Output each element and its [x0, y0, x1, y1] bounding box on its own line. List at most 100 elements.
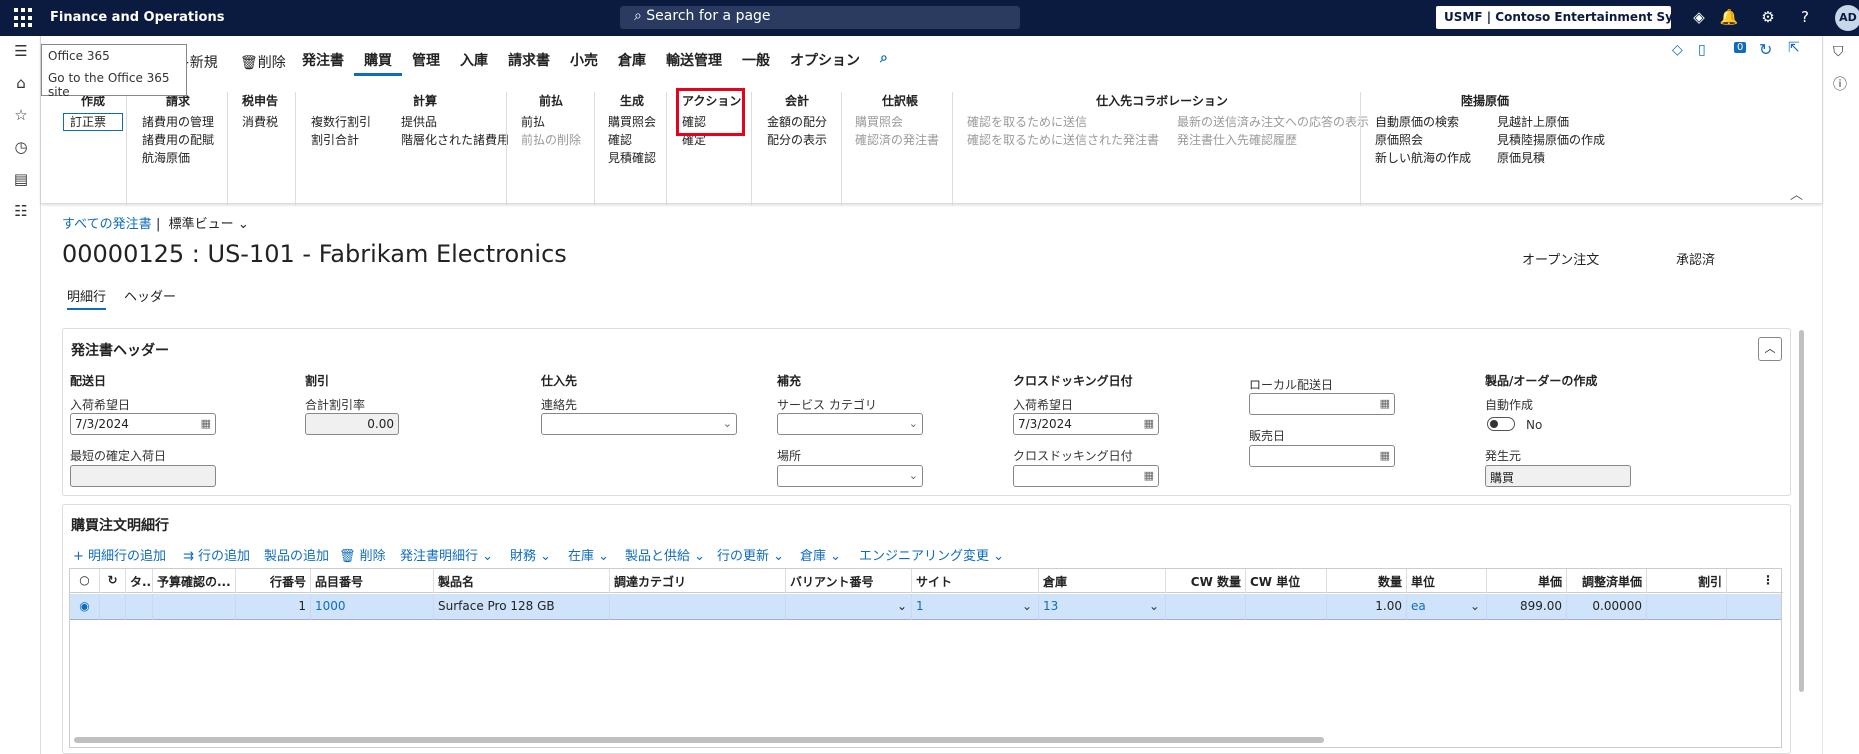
- tab-lines[interactable]: 明細行: [67, 286, 107, 310]
- tab-purchase[interactable]: 購買: [354, 50, 402, 76]
- column-header[interactable]: 割引: [1647, 569, 1727, 593]
- hamburger-icon[interactable]: ☰: [11, 42, 31, 62]
- procurement-category-cell[interactable]: [610, 594, 786, 620]
- location-select[interactable]: ⌄: [777, 465, 923, 487]
- calendar-icon[interactable]: ▦: [1380, 449, 1390, 462]
- column-header[interactable]: CW 数量: [1166, 569, 1246, 593]
- action-item[interactable]: 前払: [521, 113, 581, 131]
- action-item[interactable]: 配分の表示: [767, 131, 827, 149]
- search-actions-icon[interactable]: ⌕: [870, 50, 898, 76]
- popout-icon[interactable]: ⇱: [1788, 40, 1800, 56]
- view-selector[interactable]: | 標準ビュー ⌄: [156, 213, 249, 232]
- bell-icon[interactable]: 🔔: [1719, 8, 1739, 28]
- column-header[interactable]: 調達カテゴリ: [610, 569, 786, 593]
- app-title[interactable]: Finance and Operations: [50, 10, 224, 25]
- column-header[interactable]: タ...: [126, 569, 153, 593]
- tab-invoice[interactable]: 請求書: [498, 50, 560, 76]
- action-item[interactable]: 新しい航海の作成: [1375, 149, 1471, 167]
- action-item[interactable]: 見越計上原価: [1497, 113, 1605, 131]
- unit-price-cell[interactable]: 899.00: [1487, 594, 1567, 620]
- action-item[interactable]: 金額の配分: [767, 113, 827, 131]
- discount-cell[interactable]: [1647, 594, 1727, 620]
- action-item[interactable]: 諸費用の配賦: [142, 131, 214, 149]
- engineering-change-menu[interactable]: エンジニアリング変更 ⌄: [859, 545, 1004, 564]
- action-item[interactable]: 諸費用の管理: [142, 113, 214, 131]
- column-header[interactable]: 品目番号: [311, 569, 434, 593]
- local-delivery-date[interactable]: ▦: [1249, 393, 1395, 415]
- crossdock-requested-date[interactable]: 7/3/2024 ▦: [1013, 413, 1159, 435]
- add-lines-button[interactable]: ⇉ 行の追加: [183, 545, 250, 564]
- info-icon[interactable]: ⓘ: [1833, 74, 1847, 94]
- action-item[interactable]: 提供品: [401, 113, 509, 131]
- column-header[interactable]: 予算確認の...: [153, 569, 236, 593]
- column-header[interactable]: サイト: [912, 569, 1039, 593]
- calendar-icon[interactable]: ▦: [1144, 417, 1154, 430]
- correction-button[interactable]: 訂正票: [63, 113, 123, 131]
- action-item[interactable]: 購買照会: [855, 113, 945, 131]
- column-header[interactable]: 調整済単価: [1567, 569, 1647, 593]
- column-header[interactable]: 倉庫: [1039, 569, 1166, 593]
- column-header[interactable]: 製品名: [434, 569, 610, 593]
- search-input[interactable]: ⌕ Search for a page: [620, 6, 1020, 29]
- chevron-up-icon[interactable]: ︿: [1790, 184, 1803, 203]
- add-line-button[interactable]: + 明細行の追加: [73, 545, 166, 564]
- action-item[interactable]: 確認: [608, 131, 656, 149]
- total-discount-input[interactable]: 0.00: [305, 413, 399, 435]
- action-item[interactable]: 航海原価: [142, 149, 214, 167]
- action-item[interactable]: 原価照会: [1375, 131, 1471, 149]
- cw-unit-cell[interactable]: [1246, 594, 1327, 620]
- action-item[interactable]: 最新の送信済み注文への応答の表示: [1177, 113, 1369, 131]
- item-number-cell[interactable]: 1000: [311, 594, 434, 620]
- calendar-icon[interactable]: ▦: [1380, 397, 1390, 410]
- filter-icon[interactable]: ⛉: [1833, 44, 1844, 60]
- action-item[interactable]: 消費税: [242, 113, 278, 131]
- action-item[interactable]: 確認を取るために送信された発注書: [967, 131, 1159, 149]
- warehouse-cell[interactable]: 13 ⌄: [1039, 594, 1166, 620]
- action-item[interactable]: 発注書仕入先確認履歴: [1177, 131, 1369, 149]
- modules-icon[interactable]: ☷: [11, 202, 31, 222]
- copilot-icon[interactable]: ◈: [1689, 8, 1709, 28]
- unit-cell[interactable]: ea ⌄: [1407, 594, 1487, 620]
- cw-qty-cell[interactable]: [1166, 594, 1246, 620]
- office-icon[interactable]: ▯: [1698, 42, 1706, 58]
- earliest-confirmed-date[interactable]: [70, 465, 216, 487]
- select-all-radio[interactable]: ○: [70, 569, 100, 593]
- horizontal-scrollbar[interactable]: [74, 737, 1324, 743]
- contact-select[interactable]: ⌄: [541, 413, 737, 435]
- table-row[interactable]: ◉ 1 1000 Surface Pro 128 GB ⌄ 1 ⌄ 13 ⌄ 1.0…: [70, 594, 1781, 620]
- help-icon[interactable]: ?: [1795, 8, 1815, 28]
- action-item[interactable]: 確認済の発注書: [855, 131, 945, 149]
- delete-button[interactable]: 🗑削除: [240, 52, 286, 72]
- chevron-up-icon[interactable]: ︿: [1758, 337, 1782, 361]
- app-launcher-icon[interactable]: [14, 8, 34, 28]
- avatar[interactable]: AD: [1835, 5, 1859, 31]
- column-header[interactable]: 数量: [1327, 569, 1407, 593]
- home-icon[interactable]: ⌂: [11, 74, 31, 94]
- action-item[interactable]: 自動原価の検索: [1375, 113, 1471, 131]
- action-item[interactable]: 割引合計: [311, 131, 371, 149]
- vertical-scrollbar[interactable]: [1799, 330, 1804, 692]
- column-header[interactable]: CW 単位: [1246, 569, 1327, 593]
- financials-menu[interactable]: 財務 ⌄: [510, 545, 551, 564]
- star-icon[interactable]: ☆: [11, 106, 31, 126]
- action-item[interactable]: 階層化された諸費用: [401, 131, 509, 149]
- update-line-menu[interactable]: 行の更新 ⌄: [717, 545, 784, 564]
- action-item[interactable]: 購買照会: [608, 113, 656, 131]
- auto-create-toggle[interactable]: [1487, 417, 1515, 431]
- column-header[interactable]: 単位: [1407, 569, 1487, 593]
- tab-options[interactable]: オプション: [780, 50, 870, 76]
- service-category-select[interactable]: ⌄: [777, 413, 923, 435]
- action-item[interactable]: 原価見積: [1497, 149, 1605, 167]
- diamond-icon[interactable]: ◇: [1672, 42, 1683, 58]
- quantity-cell[interactable]: 1.00: [1327, 594, 1407, 620]
- sales-date[interactable]: ▦: [1249, 445, 1395, 467]
- attachment-badge[interactable]: 0: [1734, 42, 1747, 53]
- add-products-button[interactable]: 製品の追加: [264, 545, 329, 564]
- refresh-icon[interactable]: ↻: [1759, 40, 1772, 59]
- tab-receive[interactable]: 入庫: [450, 50, 498, 76]
- inventory-menu[interactable]: 在庫 ⌄: [568, 545, 609, 564]
- variant-cell[interactable]: ⌄: [786, 594, 912, 620]
- column-header[interactable]: 単価: [1487, 569, 1567, 593]
- delete-line-button[interactable]: 🗑 削除: [339, 545, 386, 564]
- tab-warehouse[interactable]: 倉庫: [608, 50, 656, 76]
